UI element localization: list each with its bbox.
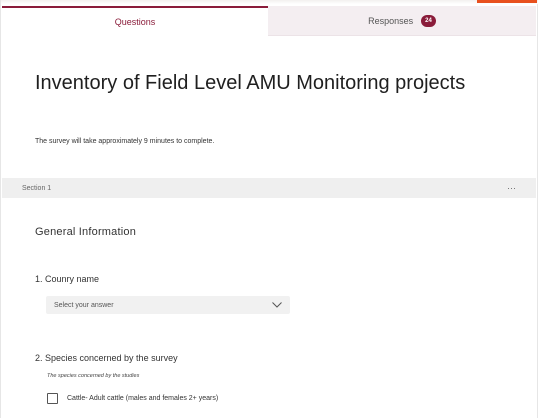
corner-accent — [477, 0, 537, 3]
tab-responses[interactable]: Responses 24 — [268, 6, 536, 36]
question-1-title: 1. Counry name — [35, 274, 100, 284]
form-window: Questions Responses 24 Inventory of Fiel… — [0, 0, 538, 418]
dropdown-placeholder: Select your answer — [54, 301, 114, 309]
responses-count-badge: 24 — [421, 14, 436, 27]
question-2-title: 2. Species concerned by the survey — [35, 353, 178, 363]
tab-responses-label: Responses — [368, 15, 414, 26]
top-edge — [1, 0, 538, 4]
option-cattle[interactable]: Cattle- Adult cattle (males and females … — [47, 393, 218, 404]
section-label: Section 1 — [22, 184, 52, 192]
form-title: Inventory of Field Level AMU Monitoring … — [35, 72, 466, 94]
tab-questions[interactable]: Questions — [2, 6, 268, 36]
tab-questions-label: Questions — [114, 17, 156, 27]
more-options-icon[interactable]: ··· — [507, 183, 516, 193]
country-dropdown[interactable]: Select your answer — [46, 296, 290, 314]
tab-bar: Questions Responses 24 — [2, 6, 536, 36]
option-label: Cattle- Adult cattle (males and females … — [67, 395, 219, 402]
form-description: The survey will take approximately 9 min… — [35, 138, 215, 145]
section-bar: Section 1 ··· — [2, 178, 536, 198]
chevron-down-icon — [272, 302, 282, 308]
checkbox[interactable] — [47, 393, 58, 404]
section-heading: General Information — [35, 226, 137, 238]
question-2-subtitle: The species concerned by the studies — [47, 373, 140, 379]
